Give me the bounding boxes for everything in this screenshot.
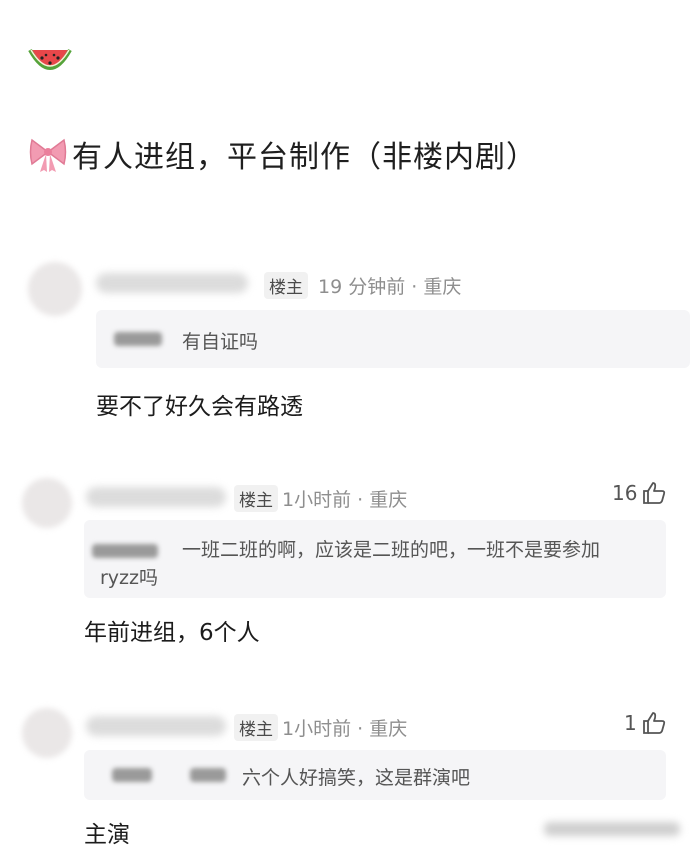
quoted-text: 有自证吗 xyxy=(182,331,259,353)
comment-meta: 1小时前 · 重庆 xyxy=(282,489,408,511)
username-blurred[interactable] xyxy=(96,273,248,293)
comment-text: 要不了好久会有路透 xyxy=(96,394,303,420)
watermark-blurred xyxy=(544,822,680,836)
username-blurred[interactable] xyxy=(86,487,226,507)
op-tag: 楼主 xyxy=(234,485,278,512)
like-button[interactable]: 16 xyxy=(612,480,667,506)
quoted-text: 一班二班的啊，应该是二班的吧，一班不是要参加 xyxy=(182,539,601,561)
quoted-username-blurred xyxy=(190,768,226,782)
thumbs-up-icon xyxy=(643,482,666,504)
avatar[interactable] xyxy=(22,478,72,528)
like-count: 1 xyxy=(624,711,637,735)
post-title-line: 有人进组，平台制作（非楼内剧） xyxy=(28,132,537,176)
like-count: 16 xyxy=(612,481,638,505)
thumbs-up-icon xyxy=(642,712,665,734)
watermelon-icon xyxy=(28,49,72,70)
quoted-username-blurred xyxy=(112,768,152,782)
op-tag: 楼主 xyxy=(264,272,308,299)
like-button[interactable]: 1 xyxy=(624,710,667,736)
quoted-text-continued: ryzz吗 xyxy=(100,567,159,589)
ribbon-bow-icon xyxy=(29,138,67,172)
avatar[interactable] xyxy=(22,708,72,758)
avatar[interactable] xyxy=(28,262,82,316)
op-tag: 楼主 xyxy=(234,714,278,741)
comment-meta: 1小时前 · 重庆 xyxy=(282,718,408,740)
comment-text: 主演 xyxy=(84,822,130,848)
quoted-text: 六个人好搞笑，这是群演吧 xyxy=(242,767,471,789)
quoted-username-blurred xyxy=(114,332,162,346)
comment-text: 年前进组，6个人 xyxy=(84,620,260,646)
quoted-username-blurred xyxy=(92,544,158,558)
comment-meta: 19 分钟前 · 重庆 xyxy=(318,276,462,298)
username-blurred[interactable] xyxy=(86,716,226,736)
post-text: 有人进组，平台制作（非楼内剧） xyxy=(72,140,537,175)
